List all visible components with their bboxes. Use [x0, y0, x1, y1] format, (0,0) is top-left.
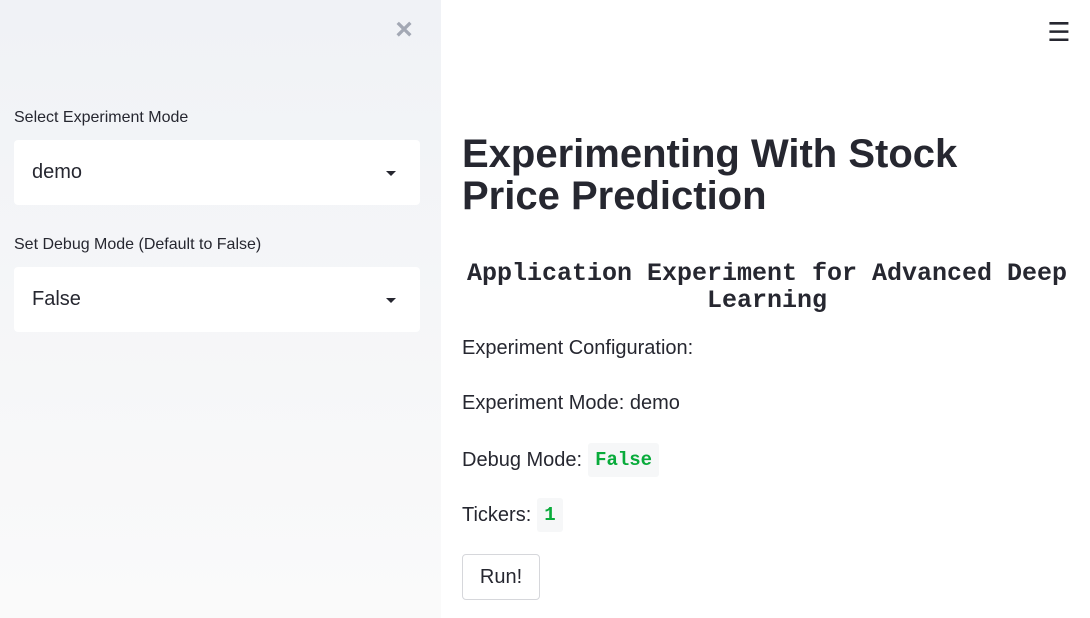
tickers-text-label: Tickers:	[462, 503, 532, 526]
experiment-mode-value: demo	[32, 161, 83, 183]
tickers-line: Tickers: 1	[462, 498, 563, 532]
sidebar: × Select Experiment Mode demo Set Debug …	[0, 0, 441, 618]
config-heading: Experiment Configuration:	[462, 337, 694, 359]
caret-down-icon	[386, 298, 396, 303]
tickers-code: 1	[537, 498, 563, 532]
experiment-mode-label: Select Experiment Mode	[14, 109, 189, 126]
debug-mode-text-label: Debug Mode:	[462, 448, 583, 471]
debug-mode-label: Set Debug Mode (Default to False)	[14, 236, 262, 253]
close-sidebar-icon[interactable]: ×	[390, 15, 418, 45]
caret-down-icon	[386, 171, 396, 176]
experiment-mode-select[interactable]: demo	[14, 140, 420, 205]
experiment-mode-text: Experiment Mode: demo	[462, 392, 680, 414]
debug-mode-value: False	[32, 288, 81, 310]
run-button[interactable]: Run!	[462, 554, 540, 600]
page-subtitle: Application Experiment for Advanced Deep…	[466, 259, 1068, 315]
page-title: Experimenting With Stock Price Predictio…	[462, 132, 958, 218]
debug-mode-line: Debug Mode: False	[462, 443, 660, 477]
debug-mode-code: False	[588, 443, 660, 477]
debug-mode-select[interactable]: False	[14, 267, 420, 332]
app-root: × Select Experiment Mode demo Set Debug …	[0, 0, 1090, 618]
main-content: Experimenting With Stock Price Predictio…	[462, 0, 1072, 618]
